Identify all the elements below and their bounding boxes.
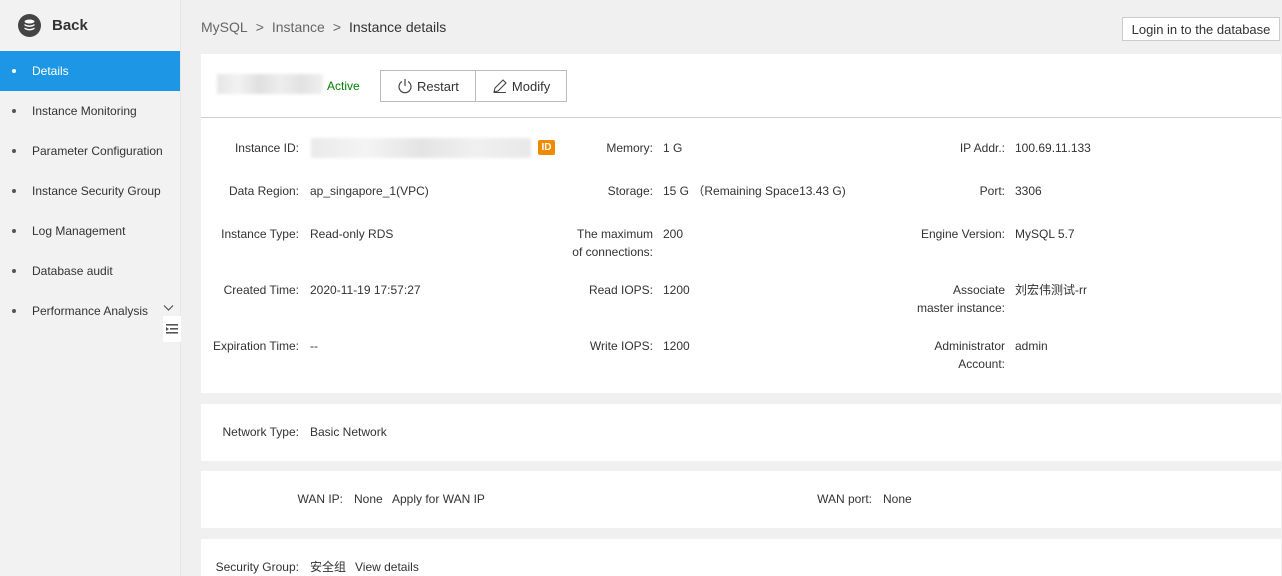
security-group-value: 安全组 <box>310 560 347 574</box>
memory-label: Memory: <box>606 141 653 155</box>
master-instance-label-line2: master instance: <box>916 301 1005 315</box>
wan-port-label: WAN port: <box>817 492 872 506</box>
wan-ip-label: WAN IP: <box>297 492 343 506</box>
network-panel: Network Type: Basic Network <box>201 404 1281 461</box>
memory-value: 1 G <box>663 141 683 155</box>
sidebar-item-label: Database audit <box>32 264 113 278</box>
back-label: Back <box>52 17 88 34</box>
breadcrumb-current: Instance details <box>349 19 447 35</box>
engine-version-label: Engine Version: <box>920 227 1005 241</box>
master-instance-link[interactable]: 刘宏伟测试-rr <box>1015 281 1087 299</box>
max-connections-value: 200 <box>663 227 684 241</box>
instance-id-label: Instance ID: <box>234 141 299 155</box>
instance-header: Active Restart Modify <box>201 54 1281 118</box>
restart-button[interactable]: Restart <box>381 71 475 101</box>
instance-name-redacted <box>217 74 323 94</box>
bullet-icon <box>12 229 16 233</box>
ip-addr-value: 100.69.11.133 <box>1015 141 1091 155</box>
sidebar-item-database-audit[interactable]: Database audit <box>0 251 180 291</box>
instance-details-panel: Active Restart Modify Instance ID: ID Da… <box>201 54 1281 393</box>
sidebar-item-instance-monitoring[interactable]: Instance Monitoring <box>0 91 180 131</box>
storage-label: Storage: <box>607 184 653 198</box>
sidebar-item-label: Log Management <box>32 224 126 238</box>
max-connections-label-line2: of connections: <box>572 245 653 259</box>
sidebar-item-performance-analysis[interactable]: Performance Analysis <box>0 291 180 331</box>
database-icon <box>18 14 41 37</box>
view-details-link[interactable]: View details <box>355 558 419 576</box>
breadcrumb-separator: > <box>332 19 341 35</box>
sidebar-item-log-management[interactable]: Log Management <box>0 211 180 251</box>
apply-wan-ip-link[interactable]: Apply for WAN IP <box>392 490 485 508</box>
security-panel: Security Group: 安全组 View details <box>201 539 1281 576</box>
wan-ip-value: None <box>354 492 383 506</box>
engine-version-value: MySQL 5.7 <box>1015 227 1075 241</box>
write-iops-value: 1200 <box>663 339 690 353</box>
network-type-label: Network Type: <box>222 425 299 439</box>
instance-type-label: Instance Type: <box>221 227 299 241</box>
read-iops-value: 1200 <box>663 283 690 297</box>
port-value: 3306 <box>1015 184 1042 198</box>
sidebar-item-details[interactable]: Details <box>0 51 180 91</box>
action-button-group: Restart Modify <box>380 70 568 102</box>
sidebar-item-label: Parameter Configuration <box>32 144 163 158</box>
wan-panel: WAN IP: None Apply for WAN IP WAN port: … <box>201 471 1281 528</box>
modify-button[interactable]: Modify <box>474 71 567 101</box>
back-button[interactable]: Back <box>0 0 180 51</box>
sidebar-item-parameter-configuration[interactable]: Parameter Configuration <box>0 131 180 171</box>
breadcrumb: MySQL > Instance > Instance details <box>201 19 446 35</box>
storage-value: 15 G （Remaining Space13.43 G) <box>663 184 846 198</box>
admin-account-label-line2: Account: <box>958 357 1005 371</box>
ip-addr-label: IP Addr.: <box>959 141 1005 155</box>
port-label: Port: <box>979 184 1005 198</box>
bullet-icon <box>12 189 16 193</box>
data-region-label: Data Region: <box>228 184 299 198</box>
breadcrumb-instance[interactable]: Instance <box>272 19 325 35</box>
master-instance-label-line1: Associate <box>952 283 1005 297</box>
modify-label: Modify <box>511 78 551 94</box>
breadcrumb-mysql[interactable]: MySQL <box>201 19 248 35</box>
bullet-icon <box>12 269 16 273</box>
bullet-icon <box>12 309 16 313</box>
bullet-icon <box>12 69 16 73</box>
power-icon <box>398 79 412 94</box>
admin-account-label-line1: Administrator <box>934 339 1005 353</box>
admin-account-value: admin <box>1015 339 1048 353</box>
breadcrumb-separator: > <box>255 19 264 35</box>
write-iops-label: Write IOPS: <box>589 339 653 353</box>
status-badge: Active <box>327 79 360 93</box>
created-time-value: 2020-11-19 17:57:27 <box>310 283 421 297</box>
bullet-icon <box>12 109 16 113</box>
sidebar-item-label: Performance Analysis <box>32 304 149 318</box>
sidebar-item-instance-security-group[interactable]: Instance Security Group <box>0 171 180 211</box>
collapse-sidebar-icon[interactable] <box>163 316 181 342</box>
security-group-label: Security Group: <box>215 560 299 574</box>
wan-port-value: None <box>883 492 912 506</box>
max-connections-label-line1: The maximum <box>576 227 653 241</box>
created-time-label: Created Time: <box>223 283 299 297</box>
sidebar-item-label: Details <box>32 64 69 78</box>
sidebar-item-label: Instance Security Group <box>32 184 161 198</box>
sidebar-item-label: Instance Monitoring <box>32 104 137 118</box>
instance-id-redacted <box>311 138 531 158</box>
restart-label: Restart <box>417 78 459 94</box>
chevron-down-icon[interactable] <box>163 304 174 312</box>
sidebar: Back Details Instance Monitoring Paramet… <box>0 0 181 576</box>
read-iops-label: Read IOPS: <box>588 283 653 297</box>
login-database-button[interactable]: Login in to the database <box>1122 17 1280 41</box>
expiration-time-label: Expiration Time: <box>212 339 299 353</box>
network-type-value: Basic Network <box>310 425 387 439</box>
bullet-icon <box>12 149 16 153</box>
data-region-value: ap_singapore_1(VPC) <box>310 184 429 198</box>
expiration-time-value: -- <box>310 339 318 353</box>
pencil-icon <box>493 79 507 93</box>
instance-type-value: Read-only RDS <box>310 227 394 241</box>
